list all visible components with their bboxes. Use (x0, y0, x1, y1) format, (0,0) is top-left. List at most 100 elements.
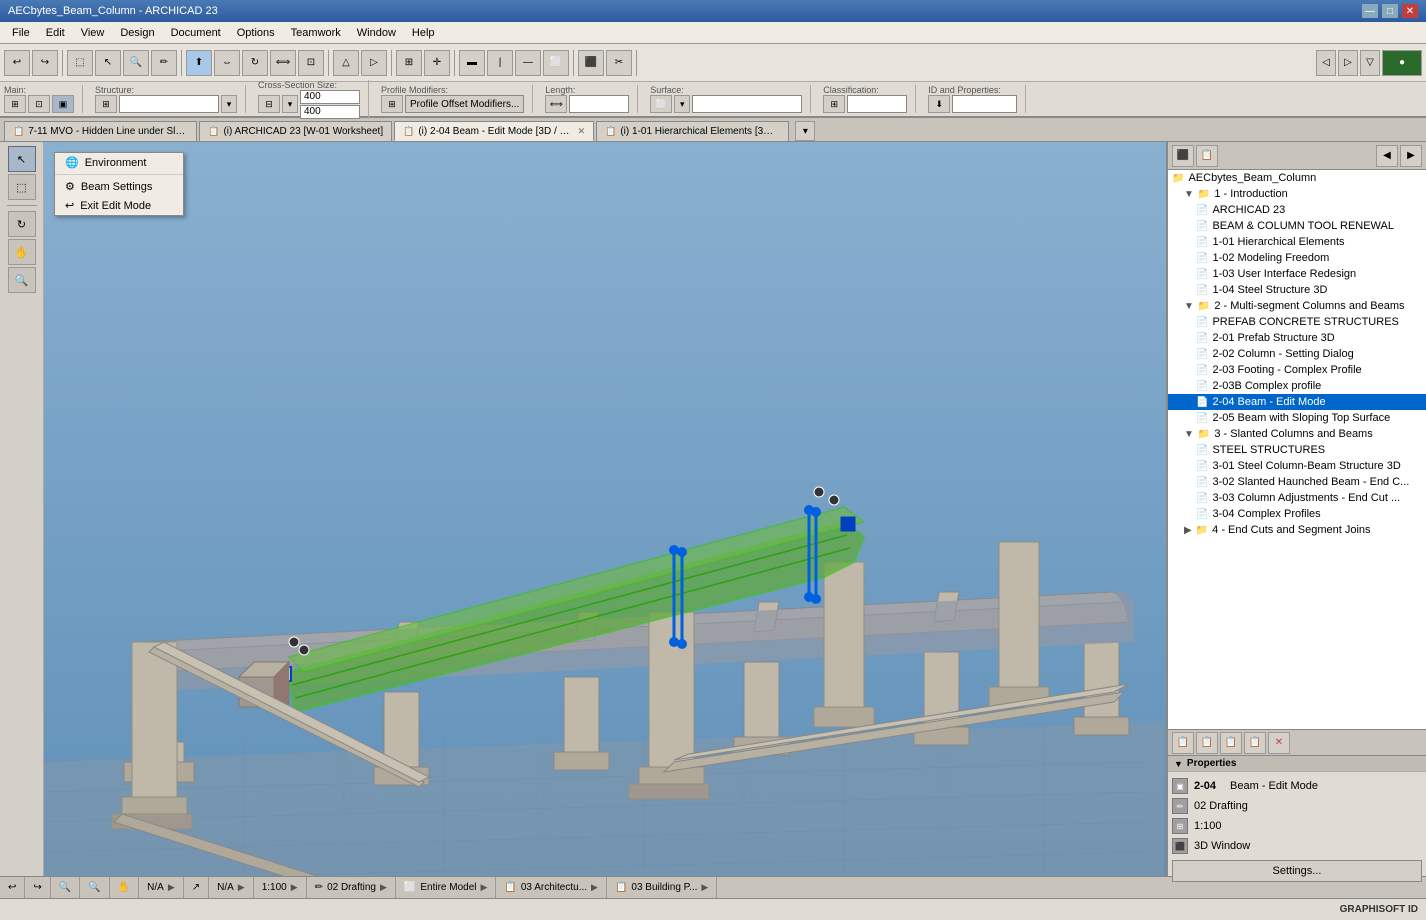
tree-section-2[interactable]: ▼ 📁 2 - Multi-segment Columns and Beams (1168, 298, 1426, 314)
arrow-button[interactable]: ↖ (95, 50, 121, 76)
surf-arrow[interactable]: ▾ (674, 95, 690, 113)
surf-icon1[interactable]: ⬜ (650, 95, 672, 113)
triangle-tool[interactable]: △ (333, 50, 359, 76)
lower-btn2[interactable]: 📋 (1196, 732, 1218, 754)
panel-btn1[interactable]: ⬛ (1172, 145, 1194, 167)
tree-item-beam-renewal[interactable]: 📄 BEAM & COLUMN TOOL RENEWAL (1168, 218, 1426, 234)
marquee-tool[interactable]: ⬚ (8, 174, 36, 200)
wall-tool[interactable]: ▬ (459, 50, 485, 76)
lower-btn3[interactable]: 📋 (1220, 732, 1242, 754)
menu-edit[interactable]: Edit (38, 25, 73, 41)
main-icon3[interactable]: ▣ (52, 95, 74, 113)
pointer-button[interactable]: ⬆ (186, 50, 212, 76)
tree-item-steel-3d[interactable]: 📄 1-04 Steel Structure 3D (1168, 282, 1426, 298)
tree-item-slanted-haunched[interactable]: 📄 3-02 Slanted Haunched Beam - End C... (1168, 474, 1426, 490)
lower-btn4[interactable]: 📋 (1244, 732, 1266, 754)
tab-1[interactable]: 📋 7-11 MVO - Hidden Line under Slab [...… (4, 121, 197, 141)
ctx-beam-settings[interactable]: ⚙ Beam Settings (55, 177, 183, 196)
column-tool[interactable]: | (487, 50, 513, 76)
zoom-button[interactable]: 🔍 (123, 50, 149, 76)
tree-section-1[interactable]: ▼ 📁 1 - Introduction (1168, 186, 1426, 202)
status-build[interactable]: 📋 03 Building P... ▶ (607, 877, 717, 898)
section-view[interactable]: ✂ (606, 50, 632, 76)
tab-3-close[interactable]: ✕ (578, 126, 586, 137)
pencil-button[interactable]: ✏ (151, 50, 177, 76)
marquee-button[interactable]: ⬚ (67, 50, 93, 76)
tree-item-complex-profiles[interactable]: 📄 3-04 Complex Profiles (1168, 506, 1426, 522)
status-zoom-out[interactable]: 🔍 (80, 877, 109, 898)
slab-tool[interactable]: ⬜ (543, 50, 569, 76)
orbit-tool[interactable]: ↻ (8, 211, 36, 237)
id-input[interactable]: BSG - 007 (952, 95, 1017, 113)
tree-item-beam-edit-mode[interactable]: 📄 2-04 Beam - Edit Mode (1168, 394, 1426, 410)
maximize-button[interactable]: □ (1382, 4, 1398, 18)
menu-design[interactable]: Design (112, 25, 162, 41)
close-button[interactable]: ✕ (1402, 4, 1418, 18)
status-model[interactable]: ⬜ Entire Model ▶ (396, 877, 497, 898)
select-tool[interactable]: ↖ (8, 146, 36, 172)
menu-view[interactable]: View (73, 25, 113, 41)
tab-3[interactable]: 📋 (i) 2-04 Beam - Edit Mode [3D / Marqu.… (394, 121, 594, 141)
tree-item-prefab-concrete[interactable]: 📄 PREFAB CONCRETE STRUCTURES (1168, 314, 1426, 330)
tree-root[interactable]: 📁 AECbytes_Beam_Column (1168, 170, 1426, 186)
tree-item-steel-structures[interactable]: 📄 STEEL STRUCTURES (1168, 442, 1426, 458)
grid-snap[interactable]: ⊞ (396, 50, 422, 76)
tab-2[interactable]: 📋 (i) ARCHICAD 23 [W-01 Worksheet] (199, 121, 392, 141)
nav-button1[interactable]: ◁ (1316, 50, 1336, 76)
tree-item-col-adjustments[interactable]: 📄 3-03 Column Adjustments - End Cut ... (1168, 490, 1426, 506)
triangle-tool2[interactable]: ▷ (361, 50, 387, 76)
undo-button[interactable]: ↩ (4, 50, 30, 76)
minimize-button[interactable]: — (1362, 4, 1378, 18)
main-icon1[interactable]: ⊞ (4, 95, 26, 113)
struct-icon[interactable]: ⊞ (95, 95, 117, 113)
profile-modifiers-button[interactable]: Profile Offset Modifiers... (405, 95, 524, 113)
panel-expand[interactable]: ▶ (1400, 145, 1422, 167)
tree-item-steel-col-beam[interactable]: 📄 3-01 Steel Column-Beam Structure 3D (1168, 458, 1426, 474)
width-input[interactable] (300, 90, 360, 104)
redo-button[interactable]: ↪ (32, 50, 58, 76)
nav-button3[interactable]: ▽ (1360, 50, 1380, 76)
class-icon[interactable]: ⊞ (823, 95, 845, 113)
tree-item-footing[interactable]: 📄 2-03 Footing - Complex Profile (1168, 362, 1426, 378)
menu-document[interactable]: Document (163, 25, 229, 41)
3d-view[interactable]: ⬛ (578, 50, 604, 76)
pm-icon[interactable]: ⊞ (381, 95, 403, 113)
tree-item-hierarchical[interactable]: 📄 1-01 Hierarchical Elements (1168, 234, 1426, 250)
panel-collapse[interactable]: ◀ (1376, 145, 1398, 167)
mirror-button[interactable]: ⟺ (270, 50, 296, 76)
status-arch[interactable]: 📋 03 Architectu... ▶ (496, 877, 607, 898)
id-icon[interactable]: ⬇ (928, 95, 950, 113)
tree-item-sloping-top[interactable]: 📄 2-05 Beam with Sloping Top Surface (1168, 410, 1426, 426)
surface-input[interactable]: By Building Materials (692, 95, 802, 113)
struct-arrow[interactable]: ▾ (221, 95, 237, 113)
cs-icon[interactable]: ⊟ (258, 95, 280, 113)
menu-file[interactable]: File (4, 25, 38, 41)
tree-section-3[interactable]: ▼ 📁 3 - Slanted Columns and Beams (1168, 426, 1426, 442)
status-scale[interactable]: 1:100 ▶ (254, 877, 307, 898)
menu-window[interactable]: Window (349, 25, 404, 41)
viewport[interactable]: 🌐 Environment ⚙ Beam Settings ↩ Exit Edi… (44, 142, 1166, 876)
status-undo[interactable]: ↩ (0, 877, 25, 898)
status-redo[interactable]: ↪ (25, 877, 50, 898)
settings-button[interactable]: Settings... (1172, 860, 1422, 882)
status-pan[interactable]: ✋ (110, 877, 139, 898)
pan-tool[interactable]: ✋ (8, 239, 36, 265)
snap-points[interactable]: ✛ (424, 50, 450, 76)
beam-tool[interactable]: — (515, 50, 541, 76)
tree-item-column-dialog[interactable]: 📄 2-02 Column - Setting Dialog (1168, 346, 1426, 362)
status-zoom-in[interactable]: 🔍 (51, 877, 80, 898)
tab-expand[interactable]: ▾ (795, 121, 815, 141)
zoom-tool[interactable]: 🔍 (8, 267, 36, 293)
nav-button2[interactable]: ▷ (1338, 50, 1358, 76)
structure-input[interactable]: 2-05 - Prefab Sl... (119, 95, 219, 113)
status-layer[interactable]: ✏ 02 Drafting ▶ (307, 877, 396, 898)
tree-item-archicad23[interactable]: 📄 ARCHICAD 23 (1168, 202, 1426, 218)
stretch-button[interactable]: ⇔ (214, 50, 240, 76)
height-input[interactable] (300, 105, 360, 119)
ctx-environment[interactable]: 🌐 Environment (55, 153, 183, 172)
menu-help[interactable]: Help (404, 25, 443, 41)
len-icon[interactable]: ⟺ (545, 95, 567, 113)
tree-section-4[interactable]: ▶ 📁 4 - End Cuts and Segment Joins (1168, 522, 1426, 538)
tree-item-prefab-3d[interactable]: 📄 2-01 Prefab Structure 3D (1168, 330, 1426, 346)
main-icon2[interactable]: ⊡ (28, 95, 50, 113)
